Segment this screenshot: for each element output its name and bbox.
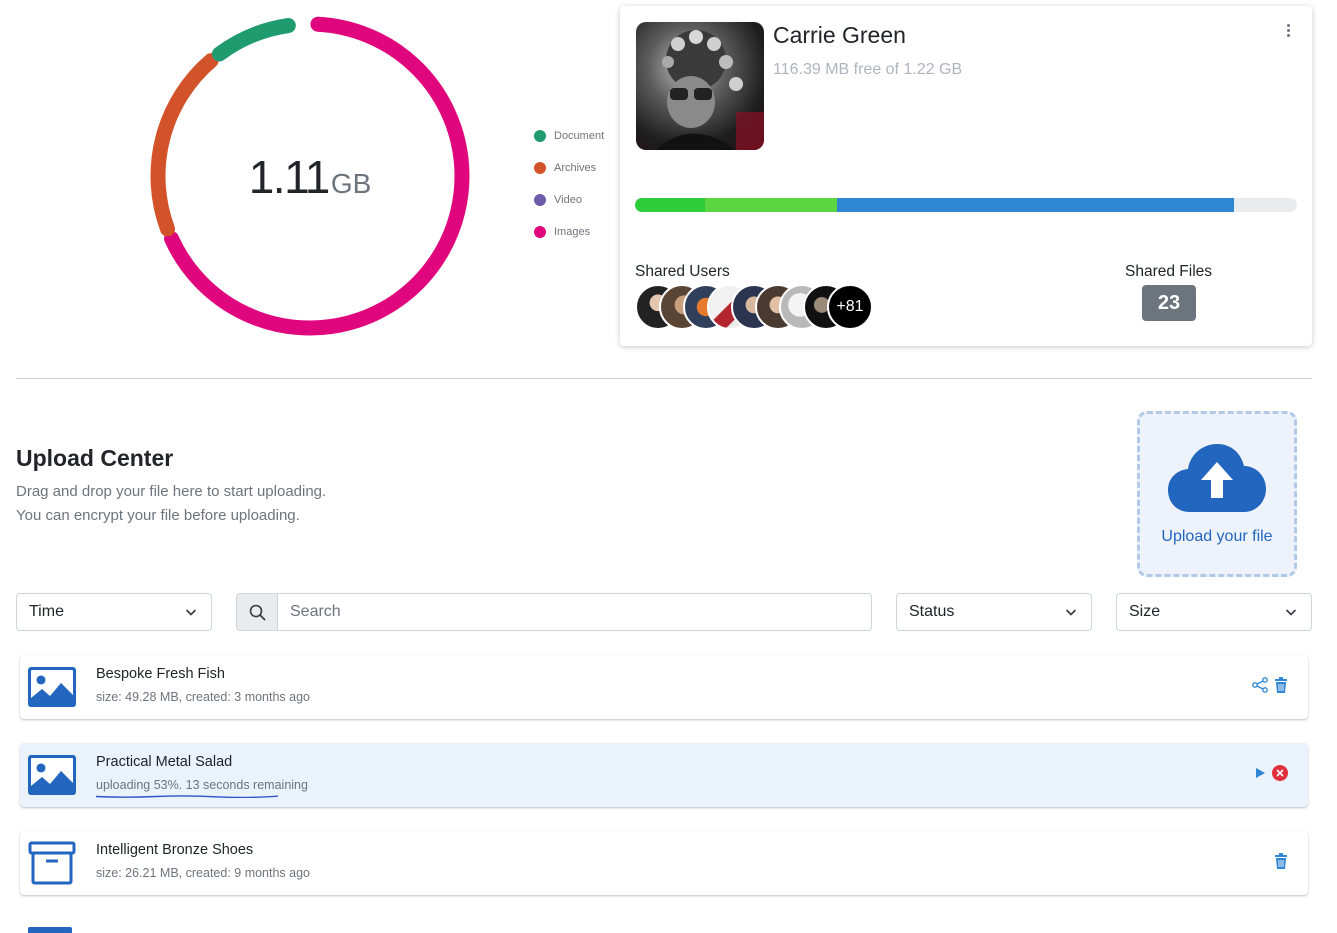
- legend-label-video: Video: [554, 194, 582, 206]
- search-group: [236, 593, 872, 631]
- play-icon[interactable]: [1254, 767, 1266, 779]
- share-icon[interactable]: [1252, 677, 1268, 693]
- profile-quota: 116.39 MB free of 1.22 GB: [773, 61, 963, 78]
- file-name: Practical Metal Salad: [96, 754, 233, 770]
- legend-item-document: Document: [534, 120, 604, 152]
- file-meta: size: 26.21 MB, created: 9 months ago: [96, 866, 311, 880]
- legend-dot-video: [534, 194, 546, 206]
- search-icon[interactable]: [236, 593, 278, 631]
- file-name: Intelligent Bronze Shoes: [96, 842, 254, 858]
- cloud-upload-icon: [1168, 444, 1266, 512]
- donut-segment-document: [211, 18, 296, 62]
- upload-dropzone[interactable]: Upload your file: [1137, 411, 1297, 577]
- legend-item-archives: Archives: [534, 152, 604, 184]
- status-filter-value: Status: [909, 603, 955, 620]
- shared-files-count: 23: [1142, 285, 1196, 321]
- time-filter-select[interactable]: Time: [16, 593, 212, 631]
- time-filter-value: Time: [29, 603, 64, 620]
- upload-progress-line: [96, 795, 278, 798]
- usage-segment-1: [635, 198, 705, 212]
- cancel-icon[interactable]: [1272, 765, 1288, 781]
- upload-center-title: Upload Center: [16, 445, 174, 471]
- legend-dot-archives: [534, 162, 546, 174]
- legend-dot-document: [534, 130, 546, 142]
- trash-icon[interactable]: [1274, 853, 1288, 869]
- legend-label-archives: Archives: [554, 162, 597, 174]
- file-name: Bespoke Fresh Fish: [96, 666, 225, 682]
- file-row[interactable]: Bespoke Fresh Fish size: 49.28 MB, creat…: [20, 655, 1308, 719]
- chevron-down-icon: [185, 609, 197, 616]
- storage-total-value: 1.11: [248, 151, 331, 203]
- size-filter-select[interactable]: Size: [1116, 593, 1312, 631]
- chevron-down-icon: [1065, 609, 1077, 616]
- image-file-icon: [28, 927, 72, 933]
- status-filter-select[interactable]: Status: [896, 593, 1092, 631]
- shared-users-label: Shared Users: [635, 263, 730, 280]
- size-filter-value: Size: [1129, 603, 1161, 620]
- chevron-down-icon: [1285, 609, 1297, 616]
- usage-segment-3: [836, 198, 1235, 212]
- upload-center-desc-2: You can encrypt your file before uploadi…: [16, 507, 300, 524]
- storage-legend: Document Archives Video Images: [534, 120, 604, 248]
- profile-name: Carrie Green: [773, 22, 906, 48]
- legend-item-video: Video: [534, 184, 604, 216]
- archive-file-icon: [28, 841, 76, 885]
- profile-card: Carrie Green 116.39 MB free of 1.22 GB S…: [620, 6, 1312, 346]
- image-file-icon: [28, 755, 76, 795]
- section-divider: [16, 378, 1312, 379]
- storage-total: 1.11GB: [150, 150, 470, 204]
- legend-dot-images: [534, 226, 546, 238]
- legend-label-document: Document: [554, 130, 605, 142]
- shared-files-label: Shared Files: [1125, 263, 1213, 280]
- storage-total-unit: GB: [330, 168, 372, 199]
- storage-usage-bar: [635, 198, 1297, 212]
- shared-users-more[interactable]: +81: [827, 284, 873, 330]
- file-meta: size: 49.28 MB, created: 3 months ago: [96, 690, 311, 704]
- upload-label: Upload your file: [1161, 528, 1273, 545]
- image-file-icon: [28, 667, 76, 707]
- legend-item-images: Images: [534, 216, 604, 248]
- profile-avatar: [636, 22, 764, 150]
- file-row[interactable]: Intelligent Bronze Shoes size: 26.21 MB,…: [20, 831, 1308, 895]
- legend-label-images: Images: [554, 226, 591, 238]
- trash-icon[interactable]: [1274, 677, 1288, 693]
- usage-segment-2: [704, 198, 837, 212]
- file-row-uploading[interactable]: Practical Metal Salad uploading 53%. 13 …: [20, 743, 1308, 807]
- file-meta: uploading 53%. 13 seconds remaining: [96, 778, 308, 792]
- search-input[interactable]: [278, 593, 872, 631]
- kebab-icon[interactable]: [1278, 22, 1298, 42]
- upload-center-desc-1: Drag and drop your file here to start up…: [16, 483, 327, 500]
